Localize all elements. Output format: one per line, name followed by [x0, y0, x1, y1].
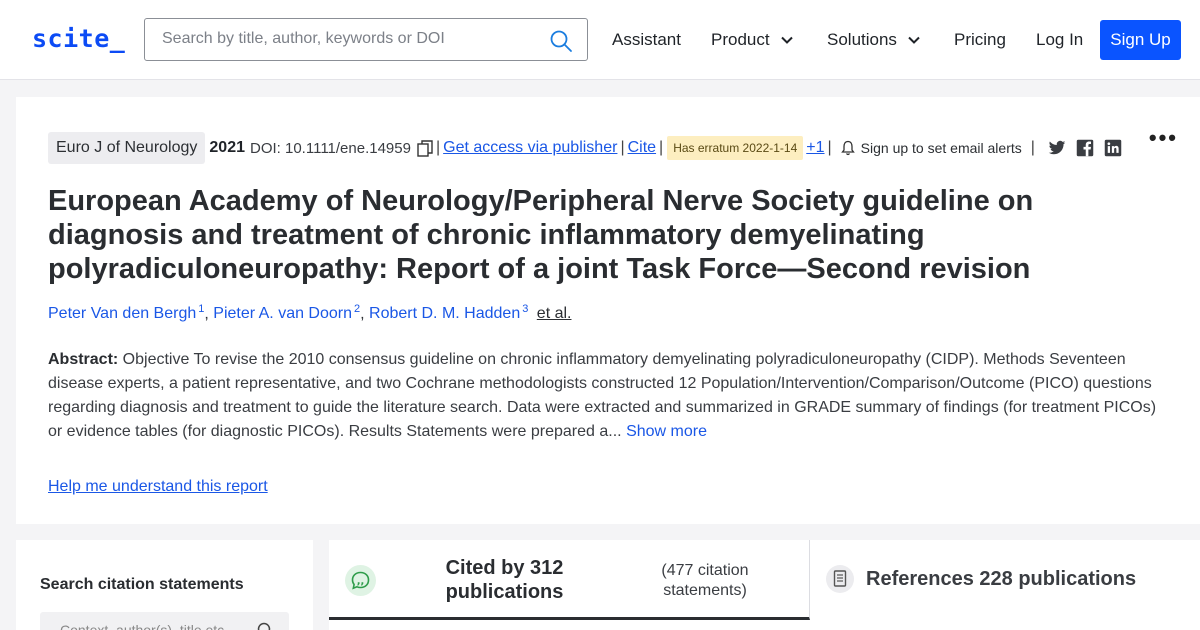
- more-options-icon[interactable]: •••: [1149, 125, 1178, 151]
- abstract-text: Objective To revise the 2010 consensus g…: [48, 351, 1157, 440]
- quote-bubble-icon: ,,: [345, 565, 376, 596]
- bell-icon[interactable]: [840, 140, 855, 156]
- nav-solutions-label: Solutions: [827, 30, 897, 49]
- divider: |: [435, 139, 441, 156]
- divider: |: [659, 139, 664, 156]
- author-name: Robert D. M. Hadden: [369, 305, 521, 323]
- search-icon[interactable]: [549, 29, 573, 53]
- citation-search-box[interactable]: [40, 612, 289, 630]
- copy-icon[interactable]: [417, 139, 433, 157]
- nav-assistant[interactable]: Assistant: [612, 30, 681, 50]
- search-input[interactable]: [162, 30, 542, 48]
- cited-by-count: Cited by 312 publications: [445, 557, 564, 603]
- erratum-badge[interactable]: Has erratum 2022-1-14: [667, 136, 804, 160]
- divider: |: [1030, 139, 1035, 156]
- signup-button[interactable]: Sign Up: [1100, 20, 1181, 60]
- author-name: Pieter A. van Doorn: [213, 305, 353, 323]
- abstract-label: Abstract:: [48, 351, 119, 368]
- publication-year: 2021: [209, 139, 245, 156]
- chevron-down-icon: [780, 36, 793, 44]
- author-name: Peter Van den Bergh: [48, 305, 197, 323]
- author-link[interactable]: Robert D. M. Hadden 3: [369, 303, 529, 323]
- paper-card: Euro J of Neurology 2021 DOI: 10.1111/en…: [16, 97, 1200, 524]
- paper-meta-row: Euro J of Neurology 2021 DOI: 10.1111/en…: [48, 132, 1122, 164]
- divider: |: [620, 139, 625, 156]
- linkedin-icon[interactable]: [1104, 139, 1122, 157]
- nav-product-label: Product: [711, 30, 770, 49]
- author-list: Peter Van den Bergh 1, Pieter A. van Door…: [48, 303, 571, 323]
- search-icon[interactable]: [257, 622, 273, 630]
- citation-search-input[interactable]: [60, 622, 250, 630]
- tab-cited-by[interactable]: ,, Cited by 312 publications (477 citati…: [329, 540, 810, 620]
- document-icon: [826, 565, 854, 593]
- nav-assistant-label: Assistant: [612, 30, 681, 49]
- help-understand-link[interactable]: Help me understand this report: [48, 478, 268, 496]
- author-link[interactable]: Pieter A. van Doorn 2: [213, 303, 360, 323]
- email-alerts-link[interactable]: Sign up to set email alerts: [861, 140, 1022, 156]
- author-affiliation-number: 3: [522, 303, 529, 315]
- twitter-icon[interactable]: [1048, 139, 1066, 157]
- login-label: Log In: [1036, 30, 1084, 49]
- journal-badge[interactable]: Euro J of Neurology: [48, 132, 206, 164]
- nav-pricing-label: Pricing: [954, 30, 1006, 49]
- divider: |: [827, 139, 832, 156]
- nav-solutions[interactable]: Solutions: [827, 30, 920, 50]
- citations-panel: ,, Cited by 312 publications (477 citati…: [329, 540, 1200, 630]
- doi-text: DOI: 10.1111/ene.14959: [250, 139, 411, 157]
- citation-statements-count: (477 citation statements): [661, 562, 749, 599]
- facebook-icon[interactable]: [1076, 139, 1094, 157]
- show-more-link[interactable]: Show more: [626, 423, 707, 440]
- nav-pricing[interactable]: Pricing: [954, 30, 1006, 50]
- cite-link[interactable]: Cite: [628, 139, 656, 157]
- author-link[interactable]: Peter Van den Bergh 1: [48, 303, 204, 323]
- related-notices-link[interactable]: +1: [806, 139, 824, 157]
- citation-search-title: Search citation statements: [40, 576, 244, 593]
- access-publisher-link[interactable]: Get access via publisher: [443, 139, 617, 157]
- author-separator: ,: [204, 305, 214, 323]
- author-separator: ,: [360, 305, 370, 323]
- abstract: Abstract: Objective To revise the 2010 c…: [48, 348, 1168, 444]
- tab-references[interactable]: References 228 publications: [866, 568, 1136, 591]
- nav-product[interactable]: Product: [711, 30, 793, 50]
- paper-title: European Academy of Neurology/Peripheral…: [48, 185, 1034, 285]
- top-navbar: scite_ Assistant Product Solutions Prici…: [0, 0, 1200, 80]
- login-link[interactable]: Log In: [1036, 30, 1083, 50]
- search-box[interactable]: [144, 18, 588, 61]
- citation-search-card: Search citation statements: [16, 540, 313, 630]
- chevron-down-icon: [908, 36, 920, 44]
- et-al-link[interactable]: et al.: [537, 305, 572, 322]
- svg-text:,,: ,,: [357, 576, 365, 587]
- scite-logo[interactable]: scite_: [32, 24, 125, 53]
